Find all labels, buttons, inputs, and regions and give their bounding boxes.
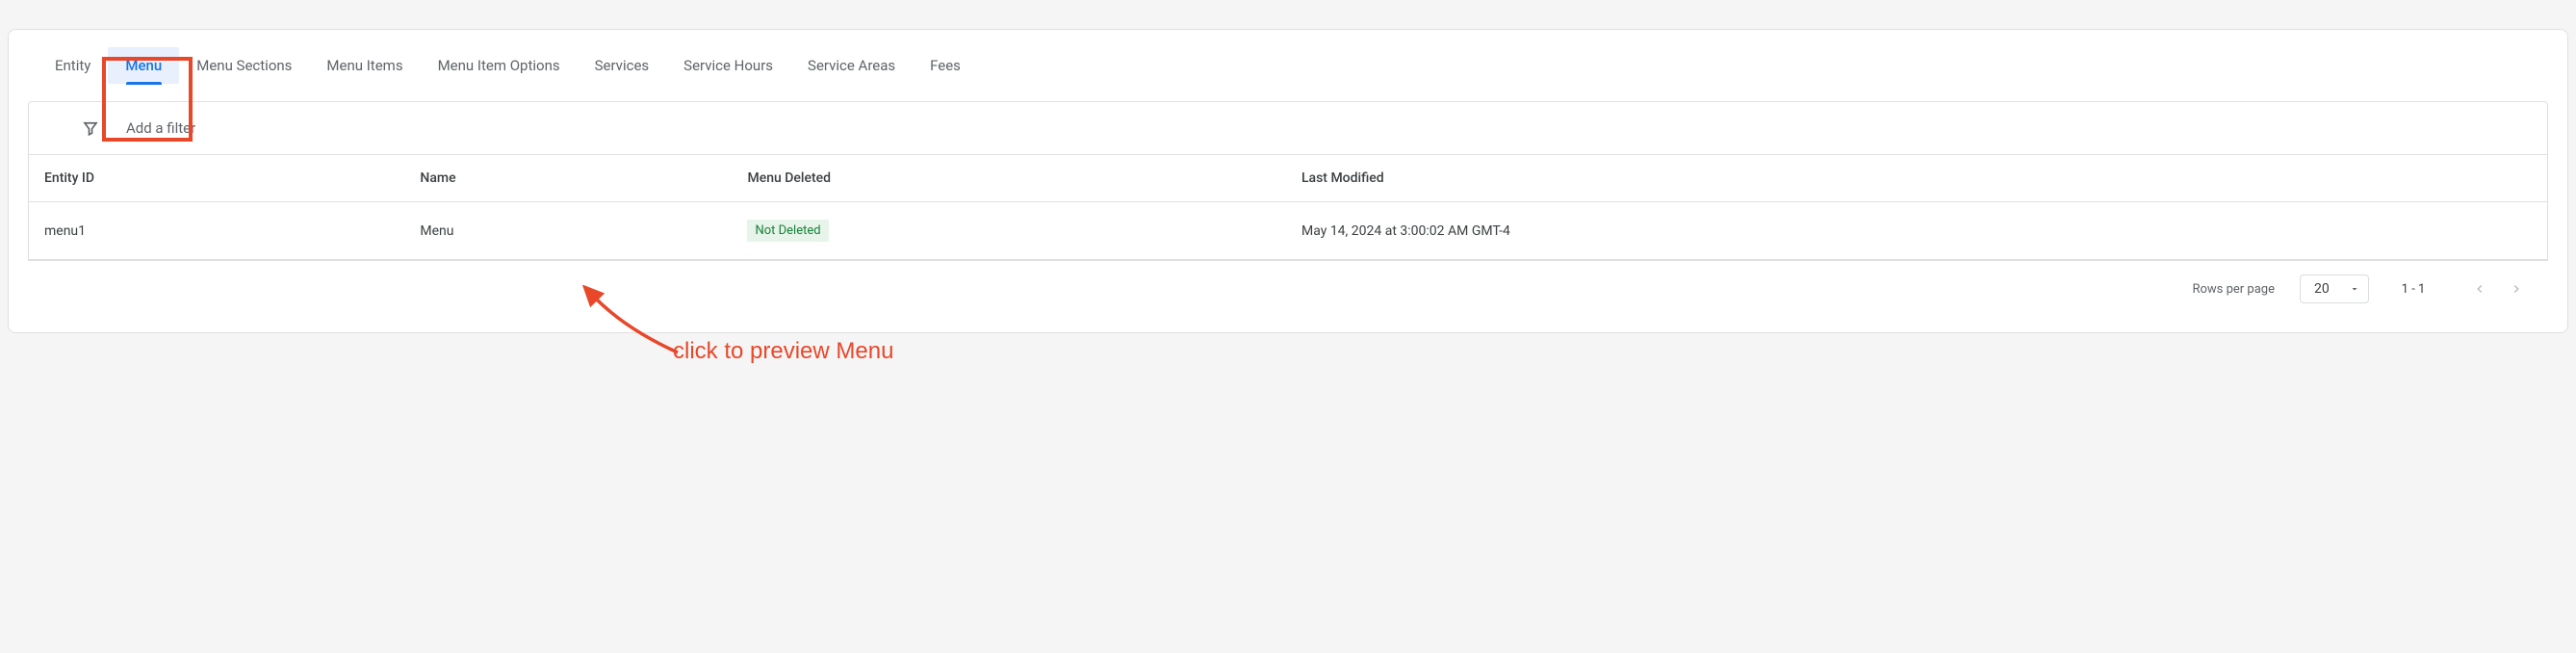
prev-page-button[interactable]	[2473, 282, 2486, 296]
pagination-bar: Rows per page 20 1 - 1	[28, 261, 2548, 303]
status-badge: Not Deleted	[747, 220, 828, 242]
cell-name: Menu	[406, 202, 734, 260]
tab-service-hours[interactable]: Service Hours	[666, 47, 790, 84]
col-entity-id[interactable]: Entity ID	[29, 155, 406, 202]
col-last-modified[interactable]: Last Modified	[1288, 155, 2547, 202]
rows-per-page-value: 20	[2314, 281, 2330, 297]
table-row[interactable]: menu1 Menu Not Deleted May 14, 2024 at 3…	[29, 202, 2547, 260]
tab-services[interactable]: Services	[578, 47, 667, 84]
filter-placeholder: Add a filter	[126, 119, 195, 137]
cell-last-modified: May 14, 2024 at 3:00:02 AM GMT-4	[1288, 202, 2547, 260]
filter-bar[interactable]: Add a filter	[29, 102, 2547, 155]
cell-entity-id: menu1	[29, 202, 406, 260]
next-page-button[interactable]	[2510, 282, 2523, 296]
pagination-range: 1 - 1	[2394, 282, 2433, 297]
rows-per-page-select[interactable]: 20	[2300, 274, 2369, 303]
pagination-arrows	[2458, 282, 2538, 296]
table-header-row: Entity ID Name Menu Deleted Last Modifie…	[29, 155, 2547, 202]
table-container: Add a filter Entity ID Name Menu Deleted…	[28, 101, 2548, 261]
filter-icon	[82, 119, 99, 137]
col-menu-deleted[interactable]: Menu Deleted	[734, 155, 1288, 202]
tab-fees[interactable]: Fees	[913, 47, 978, 84]
tab-menu-sections[interactable]: Menu Sections	[179, 47, 309, 84]
tab-entity[interactable]: Entity	[38, 47, 108, 84]
rows-per-page-label: Rows per page	[2192, 282, 2275, 297]
tabs-bar: Entity Menu Menu Sections Menu Items Men…	[9, 30, 2567, 101]
tab-menu-items[interactable]: Menu Items	[309, 47, 420, 84]
tab-menu[interactable]: Menu	[108, 47, 179, 84]
content-card: Entity Menu Menu Sections Menu Items Men…	[8, 29, 2568, 333]
tab-menu-item-options[interactable]: Menu Item Options	[421, 47, 578, 84]
caret-down-icon	[2349, 283, 2360, 295]
annotation-label: click to preview Menu	[673, 338, 893, 365]
col-name[interactable]: Name	[406, 155, 734, 202]
cell-menu-deleted: Not Deleted	[734, 202, 1288, 260]
data-table: Entity ID Name Menu Deleted Last Modifie…	[29, 155, 2547, 260]
tab-service-areas[interactable]: Service Areas	[790, 47, 913, 84]
